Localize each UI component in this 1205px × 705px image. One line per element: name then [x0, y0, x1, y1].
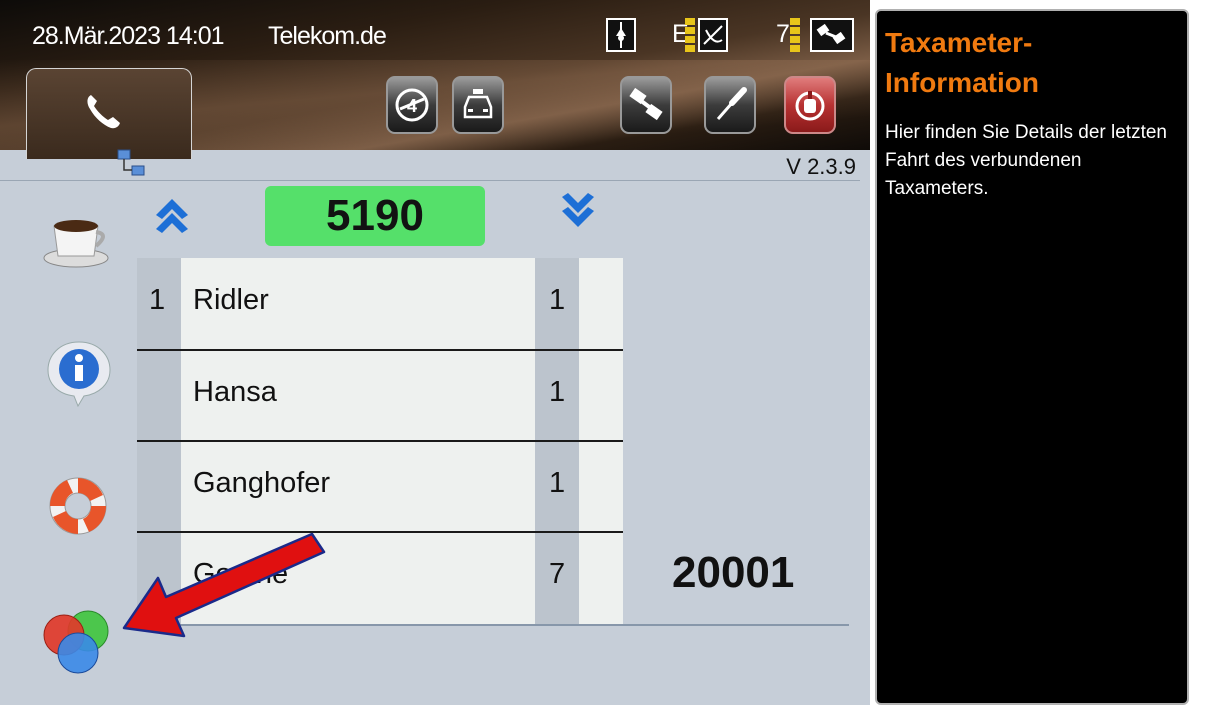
panel-title: Taxameter-Information — [885, 27, 1039, 98]
info-panel: Taxameter-Information Hier finden Sie De… — [875, 9, 1189, 705]
panel-body: Hier finden Sie Details der letzten Fahr… — [885, 122, 1167, 199]
annotation-arrow — [122, 532, 326, 638]
taxi-terminal-screen: 28.Mär.2023 14:01 Telekom.de E 7 4 V 2.3… — [0, 0, 870, 705]
